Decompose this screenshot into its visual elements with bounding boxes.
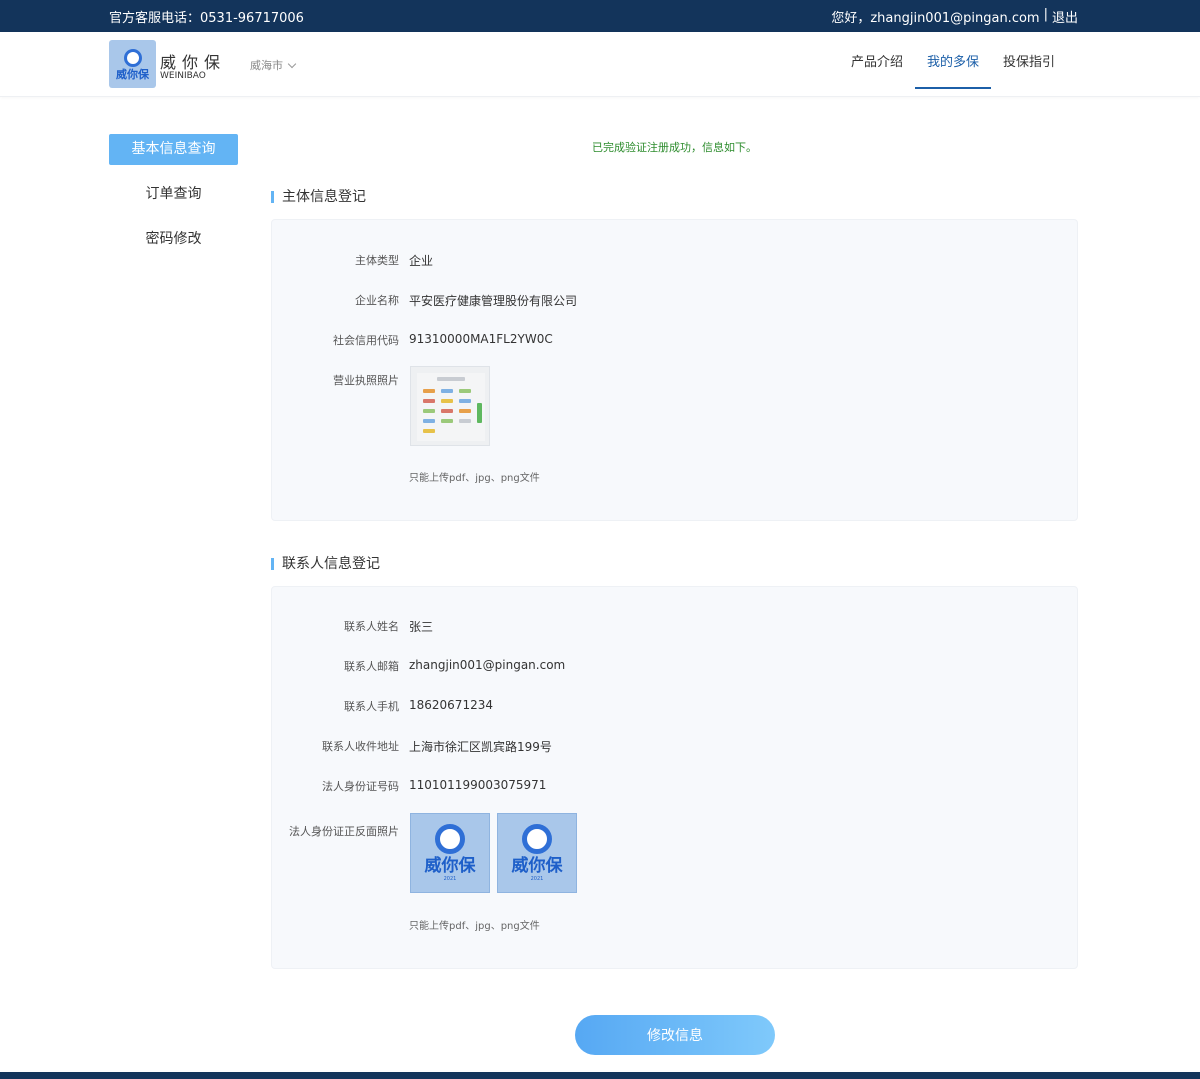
id-back-logo-text: 威你保 [511, 856, 563, 876]
entity-panel: 主体类型 企业 企业名称 平安医疗健康管理股份有限公司 社会信用代码 91310… [271, 219, 1078, 521]
top-bar: 官方客服电话：0531-96717006 您好，zhangjin001@ping… [0, 0, 1200, 32]
sidebar: 基本信息查询 订单查询 密码修改 [109, 134, 238, 269]
license-doc-icon [417, 373, 485, 441]
contact-phone-value: 18620671234 [409, 698, 493, 712]
sidebar-item-orders[interactable]: 订单查询 [109, 179, 238, 210]
modify-info-button[interactable]: 修改信息 [575, 1015, 775, 1055]
id-back-logo-icon [522, 824, 552, 854]
footer-strip [0, 1072, 1200, 1079]
nav-my-insurance[interactable]: 我的多保 [914, 32, 991, 89]
logo[interactable]: 威你保 [109, 40, 156, 88]
main-nav: 产品介绍 我的多保 投保指引 [839, 32, 1067, 97]
contact-address-label: 联系人收件地址 [322, 740, 399, 753]
entity-type-value: 企业 [409, 254, 434, 268]
contact-email-value: zhangjin001@pingan.com [409, 658, 566, 672]
sidebar-item-password[interactable]: 密码修改 [109, 224, 238, 255]
logout-link[interactable]: 退出 [1052, 7, 1078, 26]
company-name-label: 企业名称 [355, 294, 399, 307]
city-selector[interactable]: 威海市 [250, 57, 297, 73]
contact-name-label: 联系人姓名 [344, 620, 399, 633]
nav-product-intro[interactable]: 产品介绍 [839, 32, 915, 89]
city-label: 威海市 [250, 59, 283, 72]
nav-insurance-guide[interactable]: 投保指引 [991, 32, 1067, 89]
logo-icon [123, 48, 142, 67]
contact-address-value: 上海市徐汇区凯宾路199号 [409, 740, 552, 754]
license-label: 营业执照照片 [333, 374, 399, 387]
brand-name-cn: 威你保 [160, 53, 227, 72]
contact-panel: 联系人姓名 张三 联系人邮箱 zhangjin001@pingan.com 联系… [271, 586, 1078, 969]
entity-type-label: 主体类型 [355, 254, 399, 267]
greeting: 您好，zhangjin001@pingan.com [831, 11, 1040, 26]
company-name-value: 平安医疗健康管理股份有限公司 [409, 294, 578, 308]
brand-name-en: WEINIBAO [160, 71, 206, 81]
credit-code-value: 91310000MA1FL2YW0C [409, 332, 553, 346]
legal-id-label: 法人身份证号码 [322, 780, 399, 793]
license-photo[interactable] [410, 366, 490, 446]
contact-email-label: 联系人邮箱 [344, 660, 399, 673]
legal-id-value: 110101199003075971 [409, 778, 547, 792]
chevron-down-icon [287, 59, 297, 68]
contact-phone-label: 联系人手机 [344, 700, 399, 713]
logo-text: 威你保 [116, 67, 149, 81]
contact-section-title: 联系人信息登记 [271, 557, 380, 571]
separator: | [1043, 7, 1048, 22]
header: 威你保 威你保 WEINIBAO 威海市 产品介绍 我的多保 投保指引 [0, 32, 1200, 97]
user-area: 您好，zhangjin001@pingan.com | 退出 [831, 7, 1078, 26]
sidebar-item-basic-info[interactable]: 基本信息查询 [109, 134, 238, 165]
contact-name-value: 张三 [409, 620, 434, 634]
id-front-logo-year: 2021 [443, 876, 457, 882]
success-notice: 已完成验证注册成功，信息如下。 [592, 141, 757, 154]
id-photo-back[interactable]: 威你保 2021 [497, 813, 577, 893]
credit-code-label: 社会信用代码 [333, 334, 399, 347]
service-hotline: 官方客服电话：0531-96717006 [109, 11, 304, 26]
contact-upload-hint: 只能上传pdf、jpg、png文件 [409, 921, 540, 932]
id-photo-label: 法人身份证正反面照片 [289, 825, 399, 838]
entity-section-title: 主体信息登记 [271, 190, 366, 204]
id-back-logo-year: 2021 [530, 876, 544, 882]
id-front-logo-icon [435, 824, 465, 854]
id-front-logo-text: 威你保 [424, 856, 476, 876]
id-photo-front[interactable]: 威你保 2021 [410, 813, 490, 893]
entity-upload-hint: 只能上传pdf、jpg、png文件 [409, 473, 540, 484]
